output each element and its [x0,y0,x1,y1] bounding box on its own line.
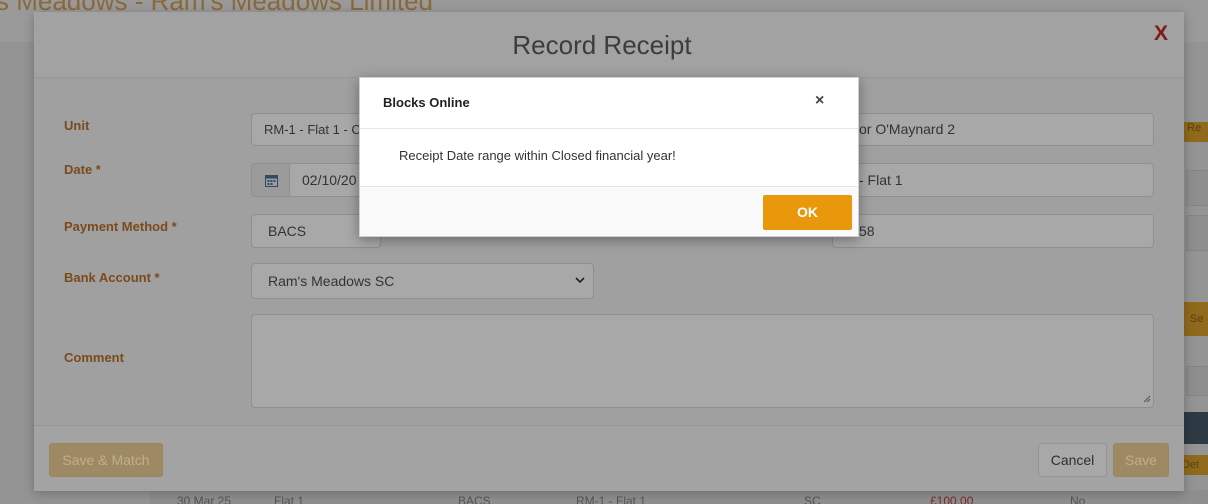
background-table-row: 30 Mar 25 Flat 1 BACS RM-1 - Flat 1 SC £… [150,490,1208,504]
modal-title: Record Receipt [512,30,692,60]
background-field [1186,170,1208,206]
ok-button[interactable]: OK [763,195,852,230]
reference-field: 58 [832,214,1154,248]
background-field [1186,215,1208,251]
bank-account-select[interactable]: Ram's Meadows SC [251,263,594,299]
unit-label: Unit [64,118,90,133]
resize-handle-icon[interactable] [1142,394,1151,405]
close-icon[interactable]: × [815,92,824,110]
unit-owner-field: or O'Maynard 2 [832,113,1154,146]
chevron-down-icon [575,264,585,313]
cancel-button[interactable]: Cancel [1038,443,1107,477]
payment-method-label: Payment Method * [64,219,177,234]
modal-footer: Save & Match Cancel Save [34,425,1184,491]
modal-close-button[interactable]: X [1154,22,1168,46]
alert-footer: OK [360,186,858,236]
bank-account-label: Bank Account * [64,270,160,285]
calendar-icon[interactable] [251,163,290,197]
alert-body: Receipt Date range within Closed financi… [360,130,858,186]
date-label: Date * [64,162,101,177]
alert-message: Receipt Date range within Closed financi… [399,148,676,163]
unit-name-field: - Flat 1 [832,163,1154,197]
modal-header: Record Receipt X [34,12,1184,78]
save-and-match-button[interactable]: Save & Match [49,443,163,477]
background-field [1186,366,1208,396]
comment-label: Comment [64,350,124,365]
comment-textarea[interactable] [251,314,1154,408]
bank-account-value: Ram's Meadows SC [268,273,395,289]
alert-title: Blocks Online [383,95,470,110]
alert-header: Blocks Online × [360,78,858,129]
background-table-header [1184,412,1208,444]
save-button[interactable]: Save [1113,443,1169,477]
alert-dialog: Blocks Online × Receipt Date range withi… [359,77,859,237]
